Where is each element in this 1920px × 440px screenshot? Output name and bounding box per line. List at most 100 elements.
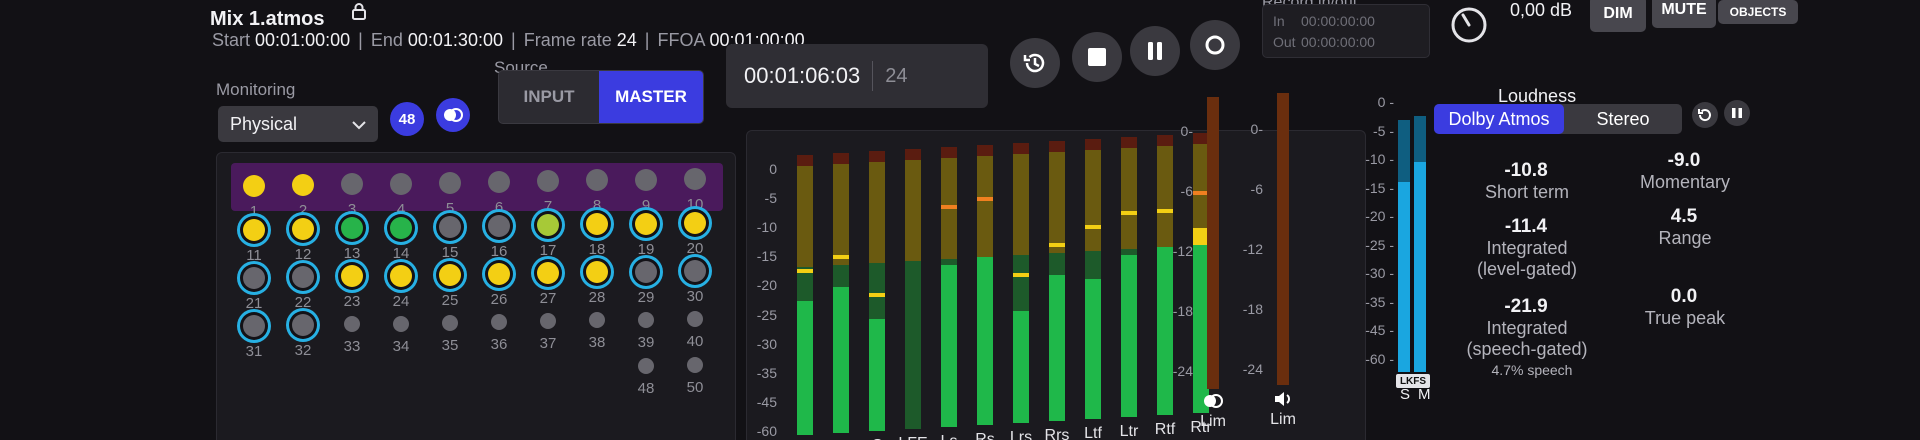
loudness-meter-short xyxy=(1398,120,1410,372)
channel-14[interactable]: 14 xyxy=(384,216,418,262)
channel-25[interactable]: 25 xyxy=(433,263,467,309)
short-term-value: -10.8 xyxy=(1504,160,1548,181)
channel-7[interactable]: 7 xyxy=(531,170,565,215)
record-icon xyxy=(1205,35,1225,55)
objects-button[interactable]: OBJECTS xyxy=(1718,0,1798,24)
channel-28[interactable]: 28 xyxy=(580,261,614,306)
channel-33[interactable]: 33 xyxy=(335,313,369,355)
source-master-button[interactable]: MASTER xyxy=(599,71,703,123)
channel-6[interactable]: 6 xyxy=(482,171,516,216)
tab-stereo[interactable]: Stereo xyxy=(1566,104,1680,134)
channel-50[interactable]: 50 xyxy=(678,354,712,396)
gain-knob-icon[interactable] xyxy=(1450,6,1488,49)
channel-number: 38 xyxy=(588,334,606,352)
channel-10[interactable]: 10 xyxy=(678,167,712,213)
source-input-button[interactable]: INPUT xyxy=(499,71,599,123)
ffoa-label: FFOA xyxy=(657,30,705,50)
speaker-icon[interactable] xyxy=(1273,391,1293,412)
meter-scale-label: -35 xyxy=(756,364,777,381)
mute-button[interactable]: MUTE xyxy=(1652,0,1716,28)
channel-20[interactable]: 20 xyxy=(678,211,712,257)
channel-40[interactable]: 40 xyxy=(678,308,712,350)
loudness-pause-button[interactable] xyxy=(1724,100,1750,126)
lim-meter xyxy=(1277,93,1289,385)
channel-18[interactable]: 18 xyxy=(580,213,614,258)
channel-number: 37 xyxy=(539,335,557,353)
range-label: Range xyxy=(1658,228,1712,248)
channel-grid-panel: 1 2 3 4 5 6 7 8 9 10 11 12 13 14 15 16 17 18 19 20 21 22 23 24 2… xyxy=(216,152,736,440)
meter-peak-hold xyxy=(797,268,813,273)
meter-peak-hold xyxy=(941,204,957,209)
channel-2[interactable]: 2 xyxy=(286,174,320,219)
out-value[interactable]: 00:00:00:00 xyxy=(1301,34,1375,50)
channel-3[interactable]: 3 xyxy=(335,173,369,218)
history-icon xyxy=(1023,53,1045,73)
meter-ltf xyxy=(1085,139,1101,419)
tab-dolby-atmos[interactable]: Dolby Atmos xyxy=(1434,104,1564,134)
true-peak-label: True peak xyxy=(1644,308,1726,328)
channel-23[interactable]: 23 xyxy=(335,265,369,310)
link-toggle-icon[interactable] xyxy=(436,98,470,132)
channel-22[interactable]: 22 xyxy=(286,266,320,311)
channel-24[interactable]: 24 xyxy=(384,264,418,310)
speech-percentage: 4.7% speech xyxy=(1491,362,1573,378)
channel-37[interactable]: 37 xyxy=(531,310,565,352)
in-value[interactable]: 00:00:00:00 xyxy=(1301,13,1375,29)
monitoring-select[interactable]: Physical xyxy=(218,106,378,142)
channel-31[interactable]: 31 xyxy=(237,315,271,360)
channel-34[interactable]: 34 xyxy=(384,313,418,355)
channel-35[interactable]: 35 xyxy=(433,312,467,354)
channel-12[interactable]: 12 xyxy=(286,218,320,263)
channel-dot xyxy=(586,213,608,236)
channel-29[interactable]: 29 xyxy=(629,260,663,306)
channel-4[interactable]: 4 xyxy=(384,172,418,218)
monitoring-selected: Physical xyxy=(230,113,298,134)
history-button[interactable] xyxy=(1010,38,1060,88)
channel-26[interactable]: 26 xyxy=(482,263,516,308)
source-toggle: INPUT MASTER xyxy=(498,70,704,124)
channel-9[interactable]: 9 xyxy=(629,168,663,214)
channel-30[interactable]: 30 xyxy=(678,259,712,305)
channel-11[interactable]: 11 xyxy=(237,219,271,264)
channel-27[interactable]: 27 xyxy=(531,262,565,307)
channel-39[interactable]: 39 xyxy=(629,309,663,351)
channel-32[interactable]: 32 xyxy=(286,314,320,359)
channel-dot xyxy=(589,312,605,329)
channel-19[interactable]: 19 xyxy=(629,212,663,258)
channel-dot xyxy=(638,311,654,328)
channel-dot xyxy=(439,263,461,286)
channel-dot xyxy=(341,217,363,240)
channel-1[interactable]: 1 xyxy=(237,175,271,220)
lim-scale-label: -18 xyxy=(1242,301,1263,317)
limiter-toggle-icon[interactable] xyxy=(1203,393,1223,414)
reset-button[interactable] xyxy=(1692,102,1718,128)
loudness-scale-label: -60 - xyxy=(1365,350,1394,367)
channel-17[interactable]: 17 xyxy=(531,214,565,259)
meter-fill xyxy=(941,264,957,427)
channel-36[interactable]: 36 xyxy=(482,311,516,353)
channel-38[interactable]: 38 xyxy=(580,309,614,351)
start-label: Start xyxy=(212,30,251,50)
channel-21[interactable]: 21 xyxy=(237,267,271,312)
pause-button[interactable] xyxy=(1130,26,1180,76)
channel-13[interactable]: 13 xyxy=(335,217,369,262)
meter-label-m: M xyxy=(1418,386,1431,403)
channel-16[interactable]: 16 xyxy=(482,215,516,260)
channel-15[interactable]: 15 xyxy=(433,215,467,261)
channel-dot xyxy=(341,265,363,288)
channel-number: 25 xyxy=(441,291,459,309)
lock-icon[interactable] xyxy=(350,2,368,25)
channel-5[interactable]: 5 xyxy=(433,171,467,217)
channel-number: 30 xyxy=(686,287,704,305)
meter-peak-hold xyxy=(833,255,849,260)
channel-number: 6 xyxy=(494,199,504,216)
dim-button[interactable]: DIM xyxy=(1590,0,1646,32)
stop-button[interactable] xyxy=(1072,32,1122,82)
pause-icon xyxy=(1732,108,1742,118)
channel-48[interactable]: 48 xyxy=(629,355,663,397)
channel-number: 8 xyxy=(592,197,602,215)
meter-fill xyxy=(833,287,849,433)
channel-8[interactable]: 8 xyxy=(580,169,614,214)
channel-number: 27 xyxy=(539,290,557,308)
record-button[interactable] xyxy=(1190,20,1240,70)
